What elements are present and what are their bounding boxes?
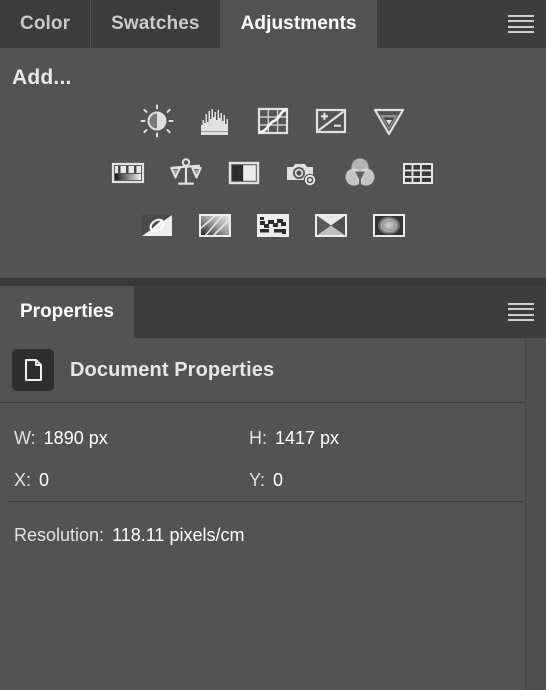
adjustment-icon-row-1	[0, 103, 546, 139]
properties-panel-body: Document Properties W: 1890 px H: 1417 p…	[0, 338, 546, 690]
x-field: X: 0	[14, 470, 249, 491]
levels-icon[interactable]	[197, 103, 233, 139]
divider-below-header	[0, 402, 546, 403]
adjustment-icon-row-3	[0, 207, 546, 243]
tabbar-empty-space	[376, 0, 546, 48]
photoshop-panel-stack: Color Swatches Adjustments Add... Proper…	[0, 0, 546, 690]
section-title: Document Properties	[70, 358, 275, 381]
selective-color-icon[interactable]	[371, 207, 407, 243]
width-label: W:	[14, 427, 36, 448]
properties-tabbar-empty-space	[133, 286, 546, 338]
height-label: H:	[249, 427, 267, 448]
channel-mixer-icon[interactable]	[342, 155, 378, 191]
invert-icon[interactable]	[139, 207, 175, 243]
width-field: W: 1890 px	[14, 428, 249, 449]
y-field: Y: 0	[249, 470, 283, 491]
adjustment-icon-row-2	[0, 155, 546, 191]
adjustment-icon-grid	[0, 103, 546, 259]
panel-separator	[0, 278, 546, 286]
height-value[interactable]: 1417 px	[275, 428, 339, 449]
tab-properties[interactable]: Properties	[0, 286, 134, 338]
adjustments-panel-body: Add...	[0, 48, 546, 278]
exposure-icon[interactable]	[313, 103, 349, 139]
properties-scrollbar[interactable]	[525, 338, 546, 690]
tab-adjustments[interactable]: Adjustments	[220, 0, 377, 48]
properties-panel-tabbar: Properties	[0, 286, 546, 338]
size-row: W: 1890 px H: 1417 px	[0, 417, 546, 459]
height-field: H: 1417 px	[249, 428, 339, 449]
position-row: X: 0 Y: 0	[0, 459, 546, 501]
black-and-white-icon[interactable]	[226, 155, 262, 191]
y-label: Y:	[249, 469, 266, 490]
color-balance-icon[interactable]	[168, 155, 204, 191]
curves-icon[interactable]	[255, 103, 291, 139]
threshold-icon[interactable]	[255, 207, 291, 243]
resolution-label: Resolution:	[14, 524, 105, 545]
document-properties-header: Document Properties	[0, 338, 546, 402]
y-value[interactable]: 0	[273, 470, 283, 491]
vibrance-icon[interactable]	[371, 103, 407, 139]
color-lookup-icon[interactable]	[400, 155, 436, 191]
gradient-map-icon[interactable]	[313, 207, 349, 243]
tab-swatches[interactable]: Swatches	[91, 0, 221, 48]
add-label: Add...	[12, 66, 72, 89]
resolution-value[interactable]: 118.11 pixels/cm	[112, 525, 244, 546]
x-value[interactable]: 0	[39, 470, 49, 491]
document-page-icon	[12, 349, 54, 391]
photo-filter-icon[interactable]	[284, 155, 320, 191]
hue-saturation-icon[interactable]	[110, 155, 146, 191]
tab-color[interactable]: Color	[0, 0, 92, 48]
adjustments-panel-tabbar: Color Swatches Adjustments	[0, 0, 546, 48]
brightness-contrast-icon[interactable]	[139, 103, 175, 139]
hamburger-menu-icon[interactable]	[508, 15, 534, 33]
divider-below-position	[8, 501, 524, 502]
resolution-row: Resolution: 118.11 pixels/cm	[0, 512, 546, 558]
width-value[interactable]: 1890 px	[44, 428, 108, 449]
x-label: X:	[14, 469, 32, 490]
posterize-icon[interactable]	[197, 207, 233, 243]
hamburger-menu-icon[interactable]	[508, 303, 534, 321]
